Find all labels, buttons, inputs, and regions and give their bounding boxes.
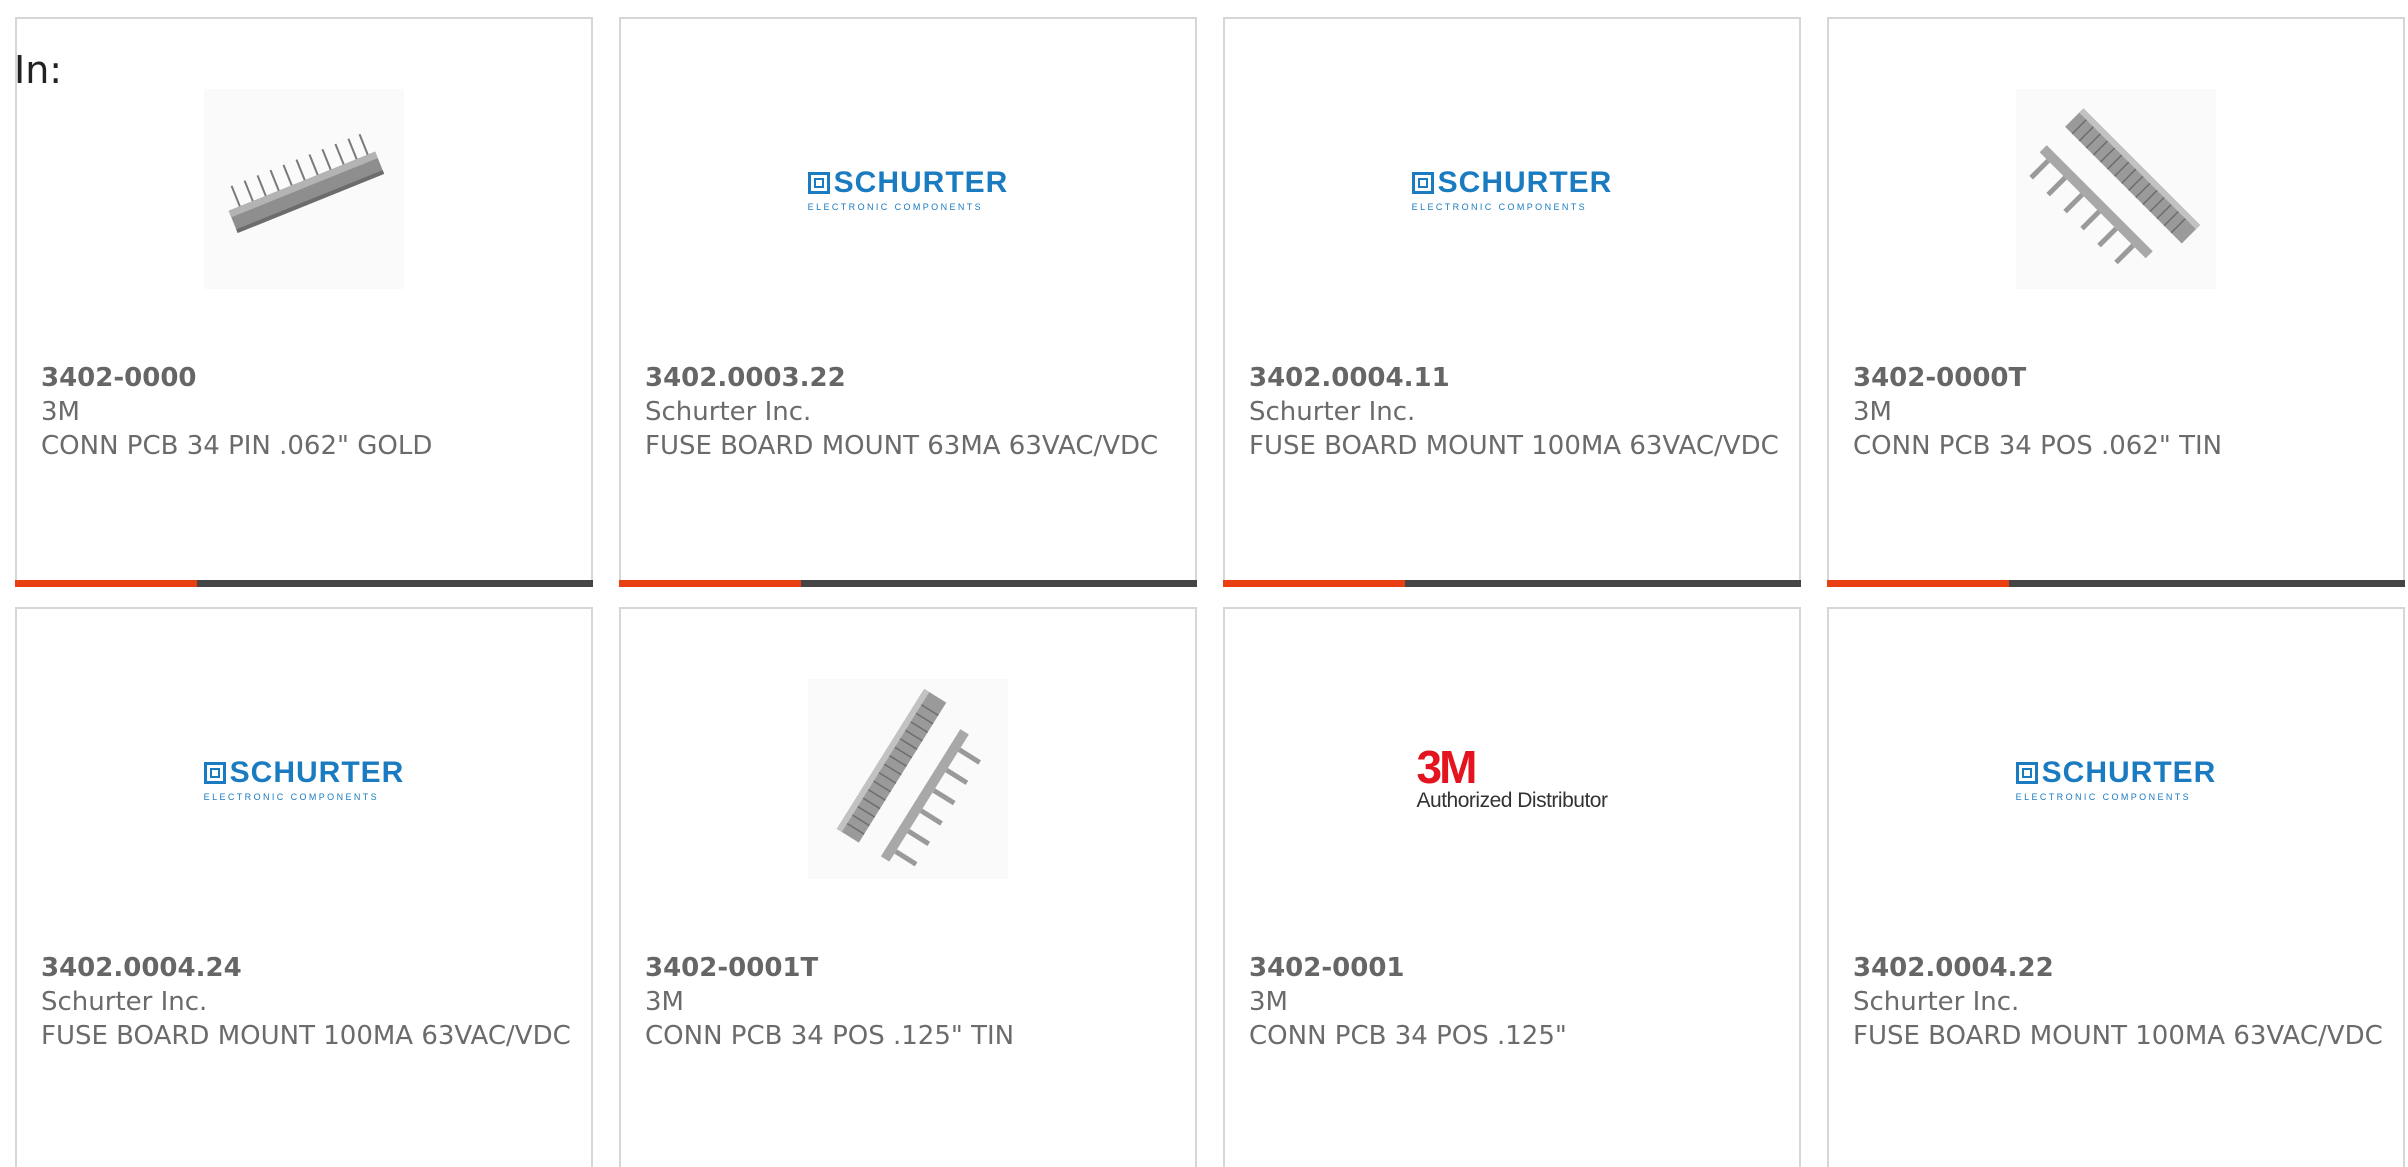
schurter-logo-name: SCHURTER xyxy=(1437,166,1613,199)
product-card[interactable]: 3402-0000T 3M CONN PCB 34 POS .062" TIN xyxy=(1827,17,2405,587)
manufacturer: Schurter Inc. xyxy=(1853,987,2020,1017)
schurter-logo-tagline: ELECTRONIC COMPONENTS xyxy=(203,792,380,802)
card-bar xyxy=(1827,580,2405,587)
manufacturer: 3M xyxy=(645,987,684,1017)
results-heading: In: xyxy=(14,48,63,92)
description: FUSE BOARD MOUNT 63MA 63VAC/VDC xyxy=(645,431,1159,461)
description: FUSE BOARD MOUNT 100MA 63VAC/VDC xyxy=(41,1021,571,1051)
schurter-logo-tagline: ELECTRONIC COMPONENTS xyxy=(807,202,984,212)
dual-row-connector-photo xyxy=(836,688,981,867)
part-number[interactable]: 3402-0000T xyxy=(1853,361,2383,395)
3m-logo-tagline: Authorized Distributor xyxy=(1416,789,1608,812)
manufacturer: 3M xyxy=(1249,987,1288,1017)
product-info: 3402.0004.24 Schurter Inc. FUSE BOARD MO… xyxy=(41,951,571,1053)
product-info: 3402.0004.11 Schurter Inc. FUSE BOARD MO… xyxy=(1249,361,1779,463)
product-info: 3402-0001 3M CONN PCB 34 POS .125" xyxy=(1249,951,1779,1053)
manufacturer: Schurter Inc. xyxy=(645,397,812,427)
product-card[interactable]: SCHURTER ELECTRONIC COMPONENTS 3402.0003… xyxy=(619,17,1197,587)
part-number[interactable]: 3402.0003.22 xyxy=(645,361,1175,395)
header-connector-photo xyxy=(228,133,385,234)
description: CONN PCB 34 POS .125" xyxy=(1249,1021,1567,1051)
dual-row-connector-photo xyxy=(2029,108,2201,265)
schurter-logo: SCHURTER ELECTRONIC COMPONENTS xyxy=(1411,166,1613,212)
product-card[interactable]: 3402-0001T 3M CONN PCB 34 POS .125" TIN xyxy=(619,607,1197,1167)
part-number[interactable]: 3402.0004.11 xyxy=(1249,361,1779,395)
schurter-logo: SCHURTER ELECTRONIC COMPONENTS xyxy=(203,756,405,802)
manufacturer: 3M xyxy=(41,397,80,427)
product-info: 3402.0004.22 Schurter Inc. FUSE BOARD MO… xyxy=(1853,951,2383,1053)
product-info: 3402.0003.22 Schurter Inc. FUSE BOARD MO… xyxy=(645,361,1175,463)
product-image[interactable] xyxy=(808,679,1008,879)
product-card[interactable]: 3402-0000 3M CONN PCB 34 PIN .062" GOLD xyxy=(15,17,593,587)
product-image[interactable]: SCHURTER ELECTRONIC COMPONENTS xyxy=(1411,89,1613,289)
product-image[interactable] xyxy=(204,89,404,289)
product-card[interactable]: SCHURTER ELECTRONIC COMPONENTS 3402.0004… xyxy=(1223,17,1801,587)
manufacturer: 3M xyxy=(1853,397,1892,427)
part-number[interactable]: 3402-0001T xyxy=(645,951,1175,985)
schurter-logo: SCHURTER ELECTRONIC COMPONENTS xyxy=(807,166,1009,212)
card-bar-accent xyxy=(1827,580,2009,587)
part-number[interactable]: 3402.0004.22 xyxy=(1853,951,2383,985)
schurter-mark-icon xyxy=(203,762,226,784)
product-info: 3402-0001T 3M CONN PCB 34 POS .125" TIN xyxy=(645,951,1175,1053)
description: FUSE BOARD MOUNT 100MA 63VAC/VDC xyxy=(1249,431,1779,461)
manufacturer: Schurter Inc. xyxy=(41,987,208,1017)
product-image[interactable]: SCHURTER ELECTRONIC COMPONENTS xyxy=(203,679,405,879)
3m-logo-mark: 3M xyxy=(1416,741,1478,793)
product-image[interactable]: SCHURTER ELECTRONIC COMPONENTS xyxy=(807,89,1009,289)
card-bar-accent xyxy=(15,580,197,587)
product-info: 3402-0000 3M CONN PCB 34 PIN .062" GOLD xyxy=(41,361,571,463)
product-image[interactable]: SCHURTER ELECTRONIC COMPONENTS xyxy=(2015,679,2217,879)
schurter-logo-tagline: ELECTRONIC COMPONENTS xyxy=(2015,792,2192,802)
description: CONN PCB 34 PIN .062" GOLD xyxy=(41,431,433,461)
schurter-mark-icon xyxy=(2015,762,2038,784)
manufacturer: Schurter Inc. xyxy=(1249,397,1416,427)
schurter-logo: SCHURTER ELECTRONIC COMPONENTS xyxy=(2015,756,2217,802)
product-info: 3402-0000T 3M CONN PCB 34 POS .062" TIN xyxy=(1853,361,2383,463)
description: CONN PCB 34 POS .062" TIN xyxy=(1853,431,2223,461)
part-number[interactable]: 3402-0001 xyxy=(1249,951,1779,985)
card-bar xyxy=(1223,580,1801,587)
product-card[interactable]: SCHURTER ELECTRONIC COMPONENTS 3402.0004… xyxy=(15,607,593,1167)
card-bar xyxy=(619,580,1197,587)
schurter-logo-tagline: ELECTRONIC COMPONENTS xyxy=(1411,202,1588,212)
part-number[interactable]: 3402-0000 xyxy=(41,361,571,395)
product-card[interactable]: SCHURTER ELECTRONIC COMPONENTS 3402.0004… xyxy=(1827,607,2405,1167)
schurter-mark-icon xyxy=(807,172,830,194)
page: In: 3402-0000 3M CONN PCB 34 PIN .062" G… xyxy=(0,0,2408,1167)
product-image[interactable] xyxy=(2016,89,2216,289)
card-bar xyxy=(15,580,593,587)
description: CONN PCB 34 POS .125" TIN xyxy=(645,1021,1015,1051)
product-image[interactable]: 3M Authorized Distributor xyxy=(1412,679,1612,879)
schurter-mark-icon xyxy=(1411,172,1434,194)
description: FUSE BOARD MOUNT 100MA 63VAC/VDC xyxy=(1853,1021,2383,1051)
3m-logo: 3M Authorized Distributor xyxy=(1416,741,1608,813)
schurter-logo-name: SCHURTER xyxy=(833,166,1009,199)
product-card[interactable]: 3M Authorized Distributor 3402-0001 3M C… xyxy=(1223,607,1801,1167)
schurter-logo-name: SCHURTER xyxy=(229,756,405,789)
card-bar-accent xyxy=(1223,580,1405,587)
card-bar-accent xyxy=(619,580,801,587)
part-number[interactable]: 3402.0004.24 xyxy=(41,951,571,985)
schurter-logo-name: SCHURTER xyxy=(2041,756,2217,789)
